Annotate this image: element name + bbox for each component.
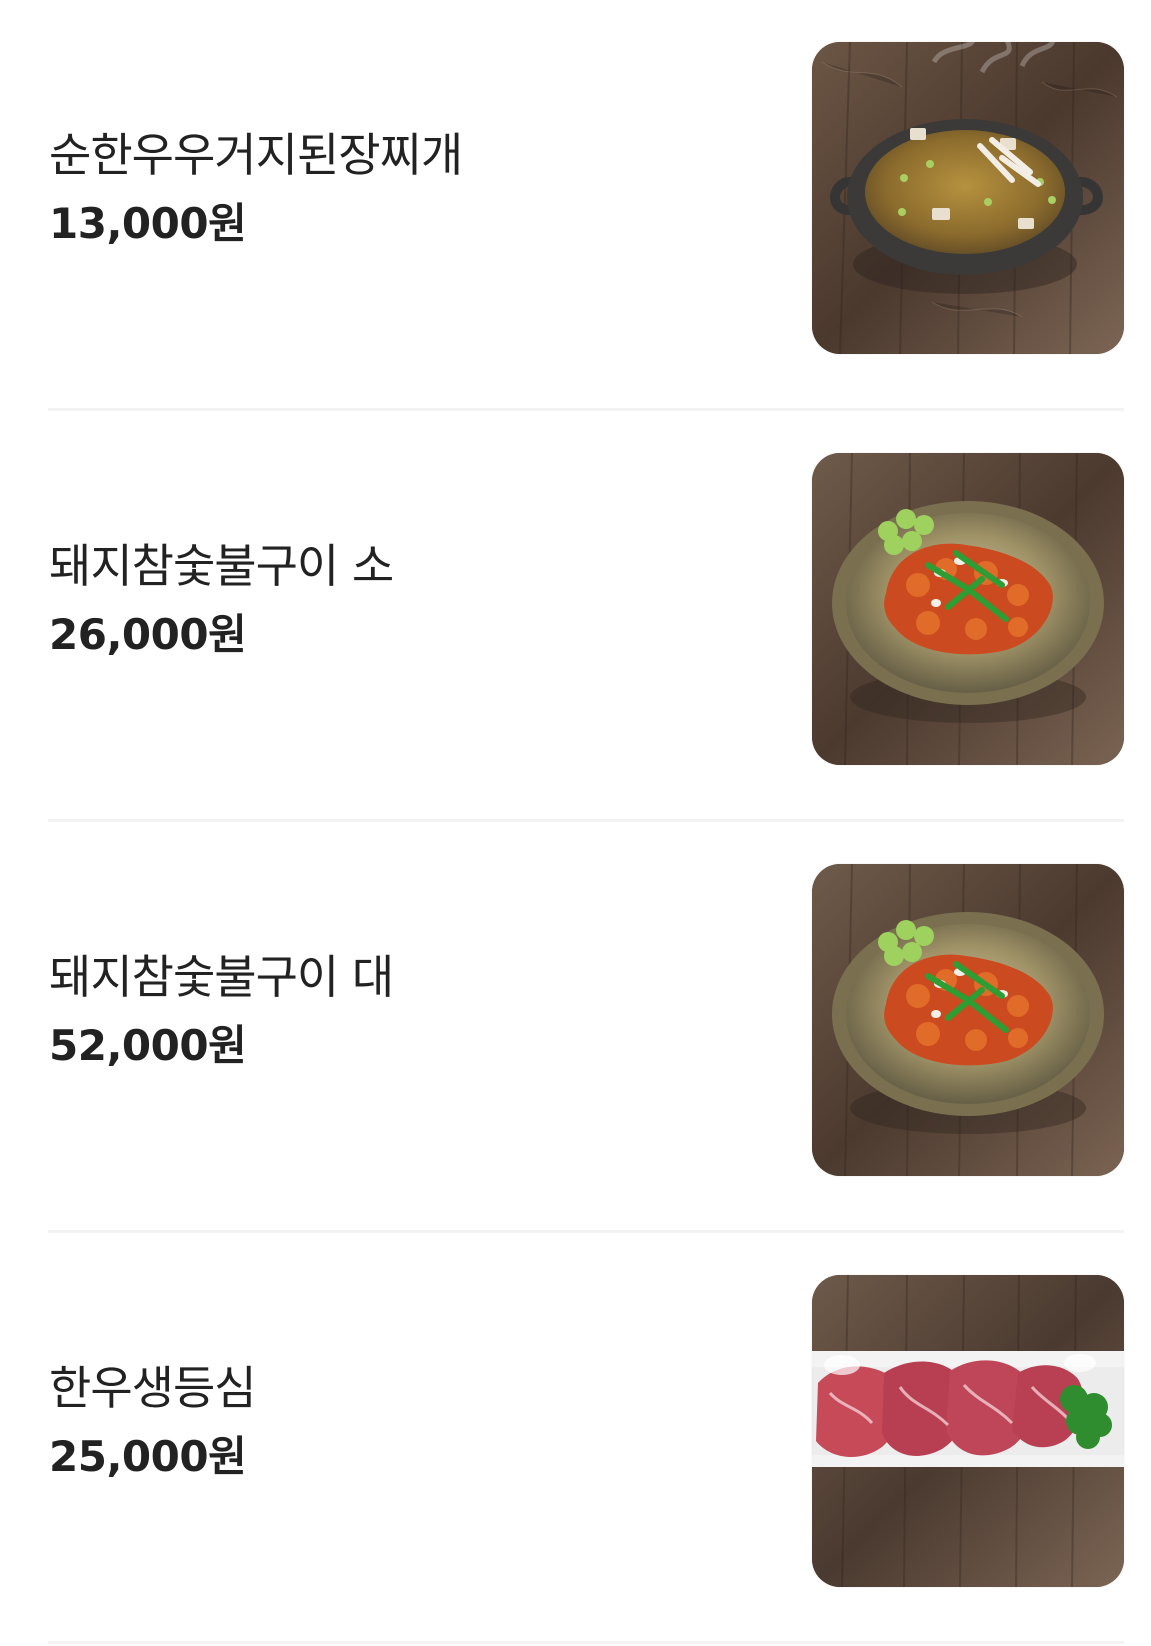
- menu-item-price: 52,000원: [49, 1021, 247, 1070]
- menu-item-text: 한우생등심 25,000원: [49, 1357, 729, 1485]
- menu-item[interactable]: 순한우우거지된장찌개 13,000원: [0, 0, 1151, 411]
- menu-item[interactable]: 돼지참숯불구이 소 26,000원: [0, 411, 1151, 822]
- bbq-photo-icon: [812, 864, 1124, 1176]
- menu-item-text: 돼지참숯불구이 소 26,000원: [49, 535, 729, 663]
- menu-item-image[interactable]: [812, 864, 1124, 1176]
- menu-item-name: 돼지참숯불구이 소: [49, 539, 394, 593]
- menu-item-name: 돼지참숯불구이 대: [49, 950, 394, 1004]
- menu-item-text: 순한우우거지된장찌개 13,000원: [49, 124, 729, 252]
- menu-item-name: 한우생등심: [49, 1361, 257, 1415]
- menu-item[interactable]: 돼지참숯불구이 대 52,000원: [0, 822, 1151, 1233]
- menu-item-text: 돼지참숯불구이 대 52,000원: [49, 946, 729, 1074]
- menu-item-price: 25,000원: [49, 1432, 247, 1481]
- beef-photo-icon: [812, 1275, 1124, 1587]
- bbq-photo-icon: [812, 453, 1124, 765]
- menu-item-image[interactable]: [812, 453, 1124, 765]
- menu-item-image[interactable]: [812, 1275, 1124, 1587]
- menu-item-price: 13,000원: [49, 199, 247, 248]
- menu-item-price: 26,000원: [49, 610, 247, 659]
- menu-item[interactable]: 한우생등심 25,000원: [0, 1233, 1151, 1644]
- menu-item-image[interactable]: [812, 42, 1124, 354]
- menu-list: 순한우우거지된장찌개 13,000원 돼지참숯불구이 소 26,000원 돼지참…: [0, 0, 1151, 1644]
- menu-item-name: 순한우우거지된장찌개: [49, 128, 463, 182]
- divider: [48, 1641, 1124, 1644]
- stew-photo-icon: [812, 42, 1124, 354]
